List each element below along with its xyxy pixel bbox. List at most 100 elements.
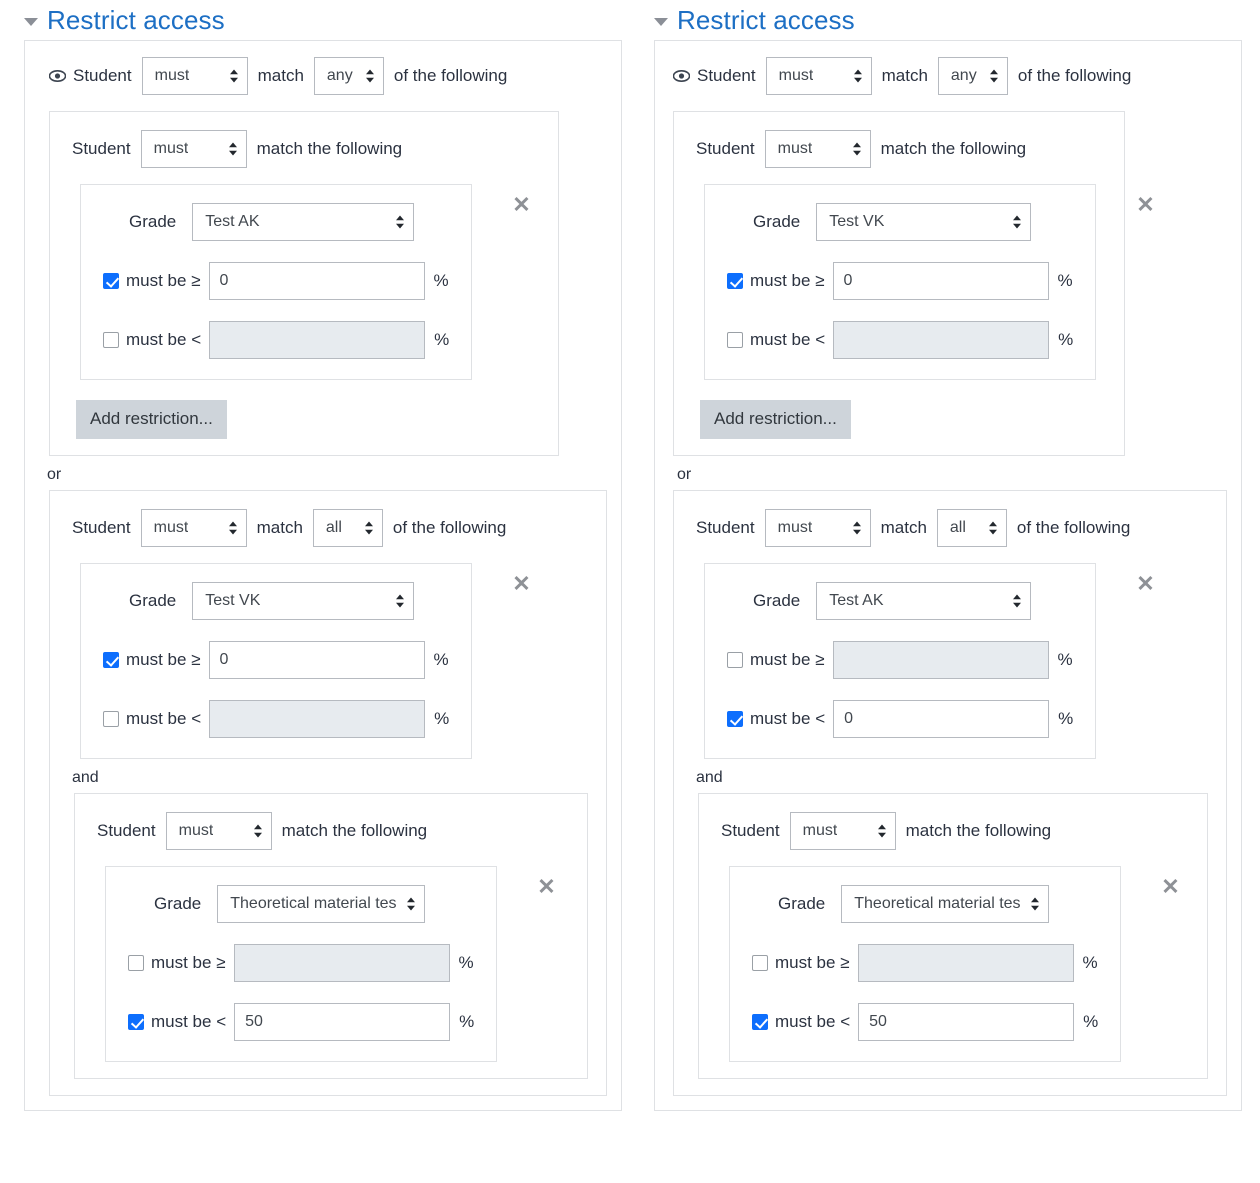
max-grade-input[interactable] — [209, 700, 426, 738]
grade-label: Grade — [129, 212, 177, 231]
group-operator-select[interactable]: must — [764, 509, 871, 547]
close-icon[interactable]: ✕ — [537, 876, 555, 898]
min-checkbox[interactable] — [727, 652, 743, 668]
group-match-row: Student must match all of the following — [50, 509, 606, 547]
min-grade-input[interactable]: 0 — [208, 641, 425, 679]
joiner-and: and — [72, 769, 99, 786]
max-checkbox[interactable] — [128, 1014, 144, 1030]
min-checkbox[interactable] — [727, 273, 743, 289]
eye-icon — [673, 70, 690, 82]
min-grade-input[interactable] — [832, 641, 1049, 679]
max-checkbox-label[interactable]: must be < — [727, 709, 825, 729]
grade-condition: Grade Test AK must be ≥ — [80, 184, 473, 380]
percent-label: % — [1057, 271, 1073, 290]
min-checkbox[interactable] — [103, 273, 119, 289]
min-checkbox-label[interactable]: must be ≥ — [128, 953, 226, 973]
max-grade-input[interactable]: 0 — [833, 700, 1050, 738]
max-grade-input[interactable] — [833, 321, 1050, 359]
max-checkbox[interactable] — [103, 332, 119, 348]
grade-row: Grade Test AK — [727, 582, 1073, 620]
grade-select[interactable]: Test VK — [816, 203, 1032, 241]
close-icon[interactable]: ✕ — [512, 194, 530, 216]
section-header-left[interactable]: Restrict access — [0, 0, 640, 40]
min-grade-input[interactable] — [857, 944, 1074, 982]
match-the-following-label: match the following — [880, 139, 1027, 158]
match-the-following-label: match the following — [905, 821, 1052, 840]
max-checkbox[interactable] — [103, 711, 119, 727]
min-checkbox-label[interactable]: must be ≥ — [752, 953, 850, 973]
min-grade-input[interactable]: 0 — [832, 262, 1049, 300]
min-checkbox[interactable] — [128, 955, 144, 971]
group-quantifier-select[interactable]: all — [312, 509, 383, 547]
root-quantifier-select[interactable]: any — [313, 57, 384, 95]
restrict-access-panel-right: Restrict access Student must match any o… — [640, 0, 1260, 1183]
restriction-outer-box: Student must match any of the following — [24, 40, 622, 1111]
percent-label: % — [1082, 953, 1098, 972]
grade-row: Grade Test VK — [727, 203, 1073, 241]
close-icon[interactable]: ✕ — [1161, 876, 1179, 898]
min-checkbox-label[interactable]: must be ≥ — [727, 650, 825, 670]
student-label: Student — [73, 66, 132, 85]
min-grade-input[interactable] — [233, 944, 450, 982]
min-grade-row: must be ≥ 0 % — [727, 262, 1073, 300]
percent-label: % — [433, 271, 449, 290]
chevron-down-icon[interactable] — [24, 17, 38, 26]
max-checkbox[interactable] — [727, 332, 743, 348]
grade-select[interactable]: Test AK — [816, 582, 1032, 620]
match-label: match — [256, 518, 303, 537]
student-label: Student — [72, 139, 131, 158]
joiner-or: or — [47, 466, 62, 483]
grade-select[interactable]: Test AK — [192, 203, 415, 241]
min-checkbox[interactable] — [752, 955, 768, 971]
close-icon[interactable]: ✕ — [1136, 194, 1154, 216]
add-restriction-button[interactable]: Add restriction... — [700, 400, 851, 439]
grade-select[interactable]: Test VK — [192, 582, 415, 620]
max-grade-input[interactable]: 50 — [858, 1003, 1075, 1041]
max-checkbox-label[interactable]: must be < — [103, 330, 201, 350]
min-checkbox-label[interactable]: must be ≥ — [103, 650, 201, 670]
grade-condition: Grade Test VK must be ≥ 0 % must be < % — [704, 184, 1097, 380]
add-restriction-button[interactable]: Add restriction... — [76, 400, 227, 439]
root-operator-select[interactable]: must — [141, 57, 248, 95]
max-grade-input[interactable]: 50 — [234, 1003, 451, 1041]
student-label: Student — [721, 821, 780, 840]
close-icon[interactable]: ✕ — [1136, 573, 1154, 595]
of-the-following-label: of the following — [1016, 518, 1131, 537]
max-grade-row: must be < 0 % — [727, 700, 1073, 738]
chevron-updown-icon — [853, 68, 863, 84]
match-label: match — [257, 66, 304, 85]
close-icon[interactable]: ✕ — [512, 573, 530, 595]
max-grade-input[interactable] — [209, 321, 426, 359]
min-checkbox[interactable] — [103, 652, 119, 668]
percent-label: % — [1058, 709, 1074, 728]
match-label: match — [881, 66, 928, 85]
max-checkbox[interactable] — [727, 711, 743, 727]
percent-label: % — [1083, 1012, 1099, 1031]
group-operator-select[interactable]: must — [140, 130, 247, 168]
max-checkbox-label[interactable]: must be < — [727, 330, 825, 350]
min-checkbox-label[interactable]: must be ≥ — [727, 271, 825, 291]
chevron-down-icon[interactable] — [654, 17, 668, 26]
root-quantifier-select[interactable]: any — [937, 57, 1008, 95]
max-checkbox-label[interactable]: must be < — [103, 709, 201, 729]
grade-select[interactable]: Theoretical material tes — [217, 885, 426, 923]
grade-select[interactable]: Theoretical material tes — [841, 885, 1050, 923]
max-checkbox-label[interactable]: must be < — [752, 1012, 850, 1032]
section-header-right[interactable]: Restrict access — [640, 0, 1260, 40]
match-label: match — [880, 518, 927, 537]
max-checkbox-label[interactable]: must be < — [128, 1012, 226, 1032]
group-operator-select[interactable]: must — [165, 812, 272, 850]
of-the-following-label: of the following — [1017, 66, 1132, 85]
root-operator-select[interactable]: must — [765, 57, 872, 95]
max-checkbox[interactable] — [752, 1014, 768, 1030]
chevron-updown-icon — [228, 141, 238, 157]
min-checkbox-label[interactable]: must be ≥ — [103, 271, 201, 291]
restriction-group-2: Student must match all of the following … — [49, 490, 607, 1096]
group-operator-select[interactable]: must — [789, 812, 896, 850]
group-operator-select[interactable]: must — [764, 130, 871, 168]
percent-label: % — [434, 709, 450, 728]
group-operator-select[interactable]: must — [140, 509, 247, 547]
group-match-row: Student must match the following — [699, 812, 1207, 850]
group-quantifier-select[interactable]: all — [936, 509, 1007, 547]
min-grade-input[interactable]: 0 — [208, 262, 425, 300]
